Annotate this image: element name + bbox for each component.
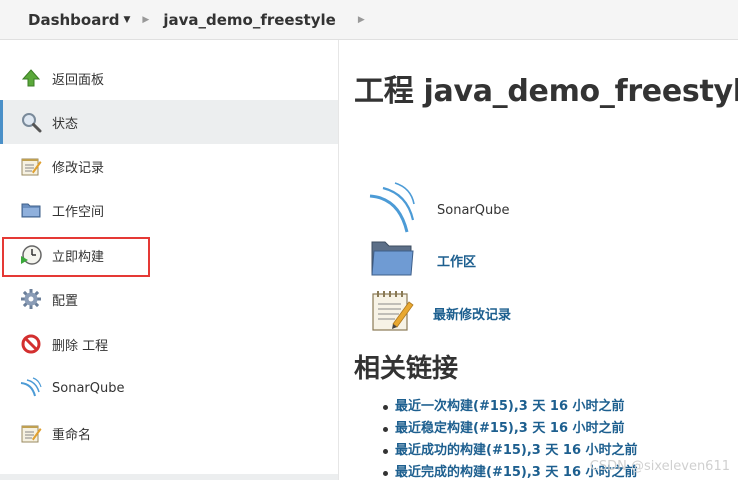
- list-item[interactable]: 最近一次构建(#15),3 天 16 小时之前: [383, 396, 638, 418]
- list-item[interactable]: 最近稳定构建(#15),3 天 16 小时之前: [383, 418, 638, 440]
- sidebar-item-changes[interactable]: 修改记录: [0, 144, 338, 188]
- chevron-down-icon[interactable]: ▼: [123, 15, 130, 25]
- notepad-icon: [20, 155, 42, 177]
- sidebar-bottom-divider: [0, 474, 338, 480]
- chevron-right-icon: ▶: [142, 15, 149, 25]
- changes-row[interactable]: 最新修改记录: [369, 288, 511, 338]
- watermark: CSDN @sixeleven611: [590, 459, 730, 474]
- bullet-icon: [383, 427, 388, 432]
- sidebar-item-label: 状态: [52, 113, 78, 132]
- breadcrumb-dashboard-label[interactable]: Dashboard: [28, 11, 119, 29]
- sidebar-item-status[interactable]: 状态: [0, 100, 338, 144]
- breadcrumb-project-label[interactable]: java_demo_freestyle: [163, 11, 335, 29]
- sidebar-item-label: SonarQube: [52, 381, 124, 396]
- related-link[interactable]: 最近一次构建(#15),3 天 16 小时之前: [395, 396, 625, 418]
- bullet-icon: [383, 405, 388, 410]
- highlight-annotation: [2, 237, 150, 277]
- bullet-icon: [383, 449, 388, 454]
- notepad-icon: [20, 422, 42, 444]
- page-title: 工程 java_demo_freestyle: [354, 66, 738, 110]
- arrow-up-icon: [20, 67, 42, 89]
- bullet-icon: [383, 471, 388, 476]
- breadcrumb: Dashboard ▼ ▶ java_demo_freestyle ▶: [0, 0, 738, 40]
- sidebar-item-label: 配置: [52, 290, 78, 309]
- gear-icon: [20, 288, 42, 310]
- sidebar-item-sonarqube[interactable]: SonarQube: [0, 366, 338, 410]
- sonarqube-row[interactable]: SonarQube: [369, 182, 509, 238]
- magnifier-icon: [20, 111, 42, 133]
- breadcrumb-dashboard[interactable]: Dashboard ▼: [28, 11, 130, 29]
- sidebar: 返回面板 状态 修改记录 工作空间 立即构建 配置: [0, 40, 339, 480]
- sidebar-item-label: 工作空间: [52, 201, 104, 220]
- related-links-title: 相关链接: [354, 348, 458, 385]
- sidebar-item-configure[interactable]: 配置: [0, 277, 338, 321]
- sidebar-item-label: 返回面板: [52, 69, 104, 88]
- notepad-icon[interactable]: [369, 288, 415, 338]
- folder-icon[interactable]: [369, 238, 415, 282]
- sidebar-item-label: 删除 工程: [52, 335, 108, 354]
- sidebar-item-back-dashboard[interactable]: 返回面板: [0, 56, 338, 100]
- sidebar-item-workspace[interactable]: 工作空间: [0, 188, 338, 232]
- changes-link[interactable]: 最新修改记录: [433, 304, 511, 323]
- chevron-right-icon[interactable]: ▶: [358, 15, 365, 25]
- no-entry-icon: [20, 333, 42, 355]
- sidebar-item-label: 修改记录: [52, 157, 104, 176]
- sidebar-item-rename[interactable]: 重命名: [0, 411, 338, 455]
- sidebar-item-delete-project[interactable]: 删除 工程: [0, 322, 338, 366]
- workspace-row[interactable]: 工作区: [369, 238, 476, 282]
- sonarqube-icon[interactable]: [369, 182, 415, 238]
- main-content: 工程 java_demo_freestyle SonarQube 工作区 最新修…: [339, 40, 738, 480]
- sonarqube-label[interactable]: SonarQube: [437, 203, 509, 218]
- breadcrumb-project[interactable]: java_demo_freestyle: [163, 11, 335, 29]
- sidebar-item-label: 重命名: [52, 424, 91, 443]
- folder-icon: [20, 199, 42, 221]
- sonarqube-icon: [20, 377, 42, 399]
- workspace-link[interactable]: 工作区: [437, 251, 476, 270]
- related-link[interactable]: 最近稳定构建(#15),3 天 16 小时之前: [395, 418, 625, 440]
